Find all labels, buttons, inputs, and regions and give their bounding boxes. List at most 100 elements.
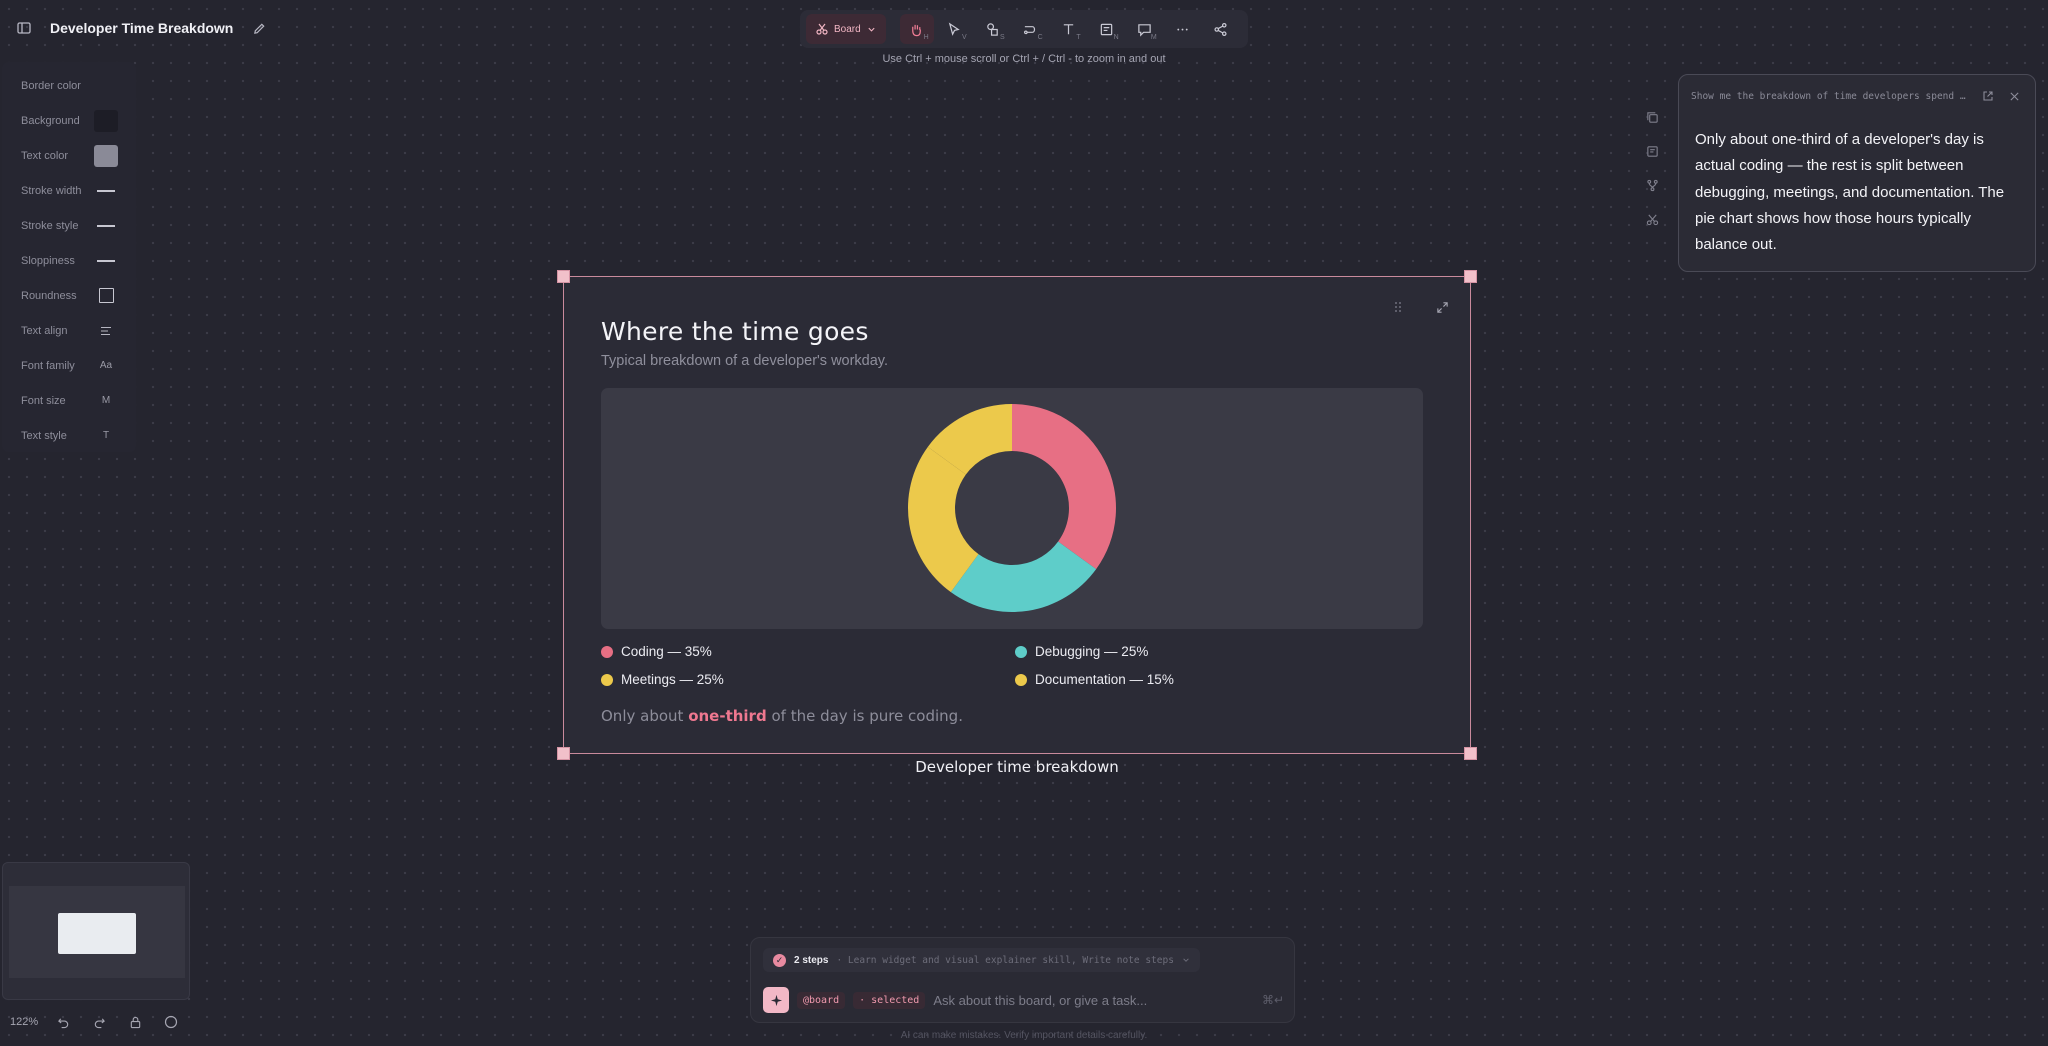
prop-text-color[interactable]: Text color xyxy=(2,138,136,173)
sloppiness-control[interactable] xyxy=(94,250,118,272)
scissors-icon[interactable] xyxy=(1643,210,1661,228)
steps-count: 2 steps xyxy=(794,954,829,966)
text-color-swatch[interactable] xyxy=(94,144,118,167)
stroke-style-control[interactable] xyxy=(94,215,118,237)
chevron-down-icon xyxy=(868,27,875,32)
square-icon xyxy=(98,288,114,303)
sparkle-icon[interactable] xyxy=(763,987,789,1013)
prop-label: Stroke style xyxy=(21,219,79,232)
minimap-widget-thumbnail xyxy=(58,913,136,954)
sticky-note-tool-button[interactable]: N xyxy=(1090,14,1124,44)
text-tool-button[interactable]: T xyxy=(1052,14,1086,44)
legend-label: Debugging — 25% xyxy=(1035,644,1149,659)
text-icon xyxy=(1064,23,1074,34)
prop-text-style[interactable]: Text style T xyxy=(2,418,136,453)
prompt-input[interactable] xyxy=(933,992,1254,1008)
legend-label: Meetings — 25% xyxy=(621,672,724,687)
share-button[interactable] xyxy=(1204,14,1238,44)
shortcut-hint: N xyxy=(1113,34,1119,41)
properties-panel: Border color Background Text color Strok… xyxy=(2,62,136,452)
board-context-chip[interactable]: @board xyxy=(797,991,846,1009)
prop-label: Font family xyxy=(21,359,75,372)
side-tools xyxy=(1640,108,1664,228)
prop-text-align[interactable]: Text align xyxy=(2,313,136,348)
document-icon[interactable] xyxy=(1643,142,1661,160)
legend-dot xyxy=(1015,673,1027,686)
prop-stroke-style[interactable]: Stroke style xyxy=(2,208,136,243)
board-mode-label: Board xyxy=(834,23,861,35)
expand-icon[interactable] xyxy=(1434,299,1450,315)
check-icon: ✓ xyxy=(773,953,786,967)
enter-shortcut-icon: ⌘↵ xyxy=(1261,993,1284,1007)
minimap[interactable] xyxy=(2,862,190,1000)
background-swatch[interactable] xyxy=(94,109,118,132)
shapes-tool-button[interactable]: S xyxy=(976,14,1010,44)
legend-item-debugging: Debugging — 25% xyxy=(1015,644,1148,659)
more-icon xyxy=(1177,28,1188,30)
font-family-control[interactable]: Aa xyxy=(94,355,118,377)
donut-chart xyxy=(908,404,1116,612)
open-external-icon[interactable] xyxy=(1979,87,1997,105)
selected-context-chip[interactable]: · selected xyxy=(853,991,926,1009)
select-arrow-icon xyxy=(948,21,960,36)
drag-handle-icon[interactable] xyxy=(1390,299,1406,315)
text-align-control[interactable] xyxy=(94,320,118,342)
legend-label: Coding — 35% xyxy=(621,644,712,659)
chart-area xyxy=(601,388,1423,629)
text-style-control[interactable]: T xyxy=(94,425,118,447)
edit-title-pencil-icon[interactable] xyxy=(247,16,271,40)
hand-tool-button[interactable]: H xyxy=(899,14,934,44)
line-icon xyxy=(97,224,115,227)
board-mode-dropdown[interactable]: Board xyxy=(806,14,886,44)
shortcut-hint: M xyxy=(1150,34,1157,41)
shortcut-hint: C xyxy=(1037,34,1043,41)
prop-stroke-width[interactable]: Stroke width xyxy=(2,173,136,208)
prop-label: Text color xyxy=(21,149,69,162)
chevron-down-icon xyxy=(1183,958,1189,962)
font-size-control[interactable]: M xyxy=(94,390,118,412)
prop-label: Sloppiness xyxy=(21,254,75,267)
prop-roundness[interactable]: Roundness xyxy=(2,278,136,313)
prop-background[interactable]: Background xyxy=(2,103,136,138)
ai-note-panel: Show me the breakdown of time developers… xyxy=(1678,74,2036,272)
document-title: Developer Time Breakdown xyxy=(50,20,234,36)
main-toolbar: Board H V S C T N M xyxy=(800,10,1248,48)
resize-handle-top-left[interactable] xyxy=(557,270,570,283)
prop-sloppiness[interactable]: Sloppiness xyxy=(2,243,136,278)
sticky-note-icon xyxy=(1100,23,1113,35)
legend-dot xyxy=(601,645,613,658)
resize-handle-top-right[interactable] xyxy=(1464,270,1477,283)
sidebar-toggle-icon[interactable] xyxy=(12,16,36,40)
close-icon[interactable] xyxy=(2005,87,2023,105)
zoom-level[interactable]: 122% xyxy=(10,1016,38,1028)
shortcut-hint: S xyxy=(1000,34,1005,41)
select-tool-button[interactable]: V xyxy=(938,14,972,44)
shapes-icon xyxy=(987,22,998,36)
shortcut-hint: H xyxy=(923,34,929,41)
widget-footnote: Only about one-third of the day is pure … xyxy=(601,707,963,725)
more-tools-button[interactable] xyxy=(1166,14,1200,44)
note-query: Show me the breakdown of time developers… xyxy=(1691,90,1966,102)
prop-label: Border color xyxy=(21,79,81,92)
steps-description: · Learn widget and visual explainer skil… xyxy=(836,954,1174,966)
branch-icon[interactable] xyxy=(1643,176,1661,194)
explainer-widget[interactable]: Where the time goes Typical breakdown of… xyxy=(557,270,1477,760)
copy-icon[interactable] xyxy=(1643,108,1661,126)
footnote-highlight: one-third xyxy=(688,707,767,725)
prop-label: Stroke width xyxy=(21,184,82,197)
prop-font-family[interactable]: Font family Aa xyxy=(2,348,136,383)
hand-icon xyxy=(912,24,922,36)
legend-label: Documentation — 15% xyxy=(1035,672,1174,687)
donut-slice-coding xyxy=(1012,404,1116,570)
prop-label: Font size xyxy=(21,394,66,407)
ai-chat-panel: ✓ 2 steps · Learn widget and visual expl… xyxy=(750,937,1295,1023)
stroke-width-control[interactable] xyxy=(94,180,118,202)
comment-tool-button[interactable]: M xyxy=(1128,14,1162,44)
prop-font-size[interactable]: Font size M xyxy=(2,383,136,418)
legend-item-coding: Coding — 35% xyxy=(601,644,712,659)
prop-border-color[interactable]: Border color xyxy=(2,68,136,103)
footnote-prefix: Only about xyxy=(601,707,689,725)
steps-summary[interactable]: ✓ 2 steps · Learn widget and visual expl… xyxy=(763,948,1200,972)
connector-tool-button[interactable]: C xyxy=(1014,14,1048,44)
roundness-control[interactable] xyxy=(94,285,118,307)
